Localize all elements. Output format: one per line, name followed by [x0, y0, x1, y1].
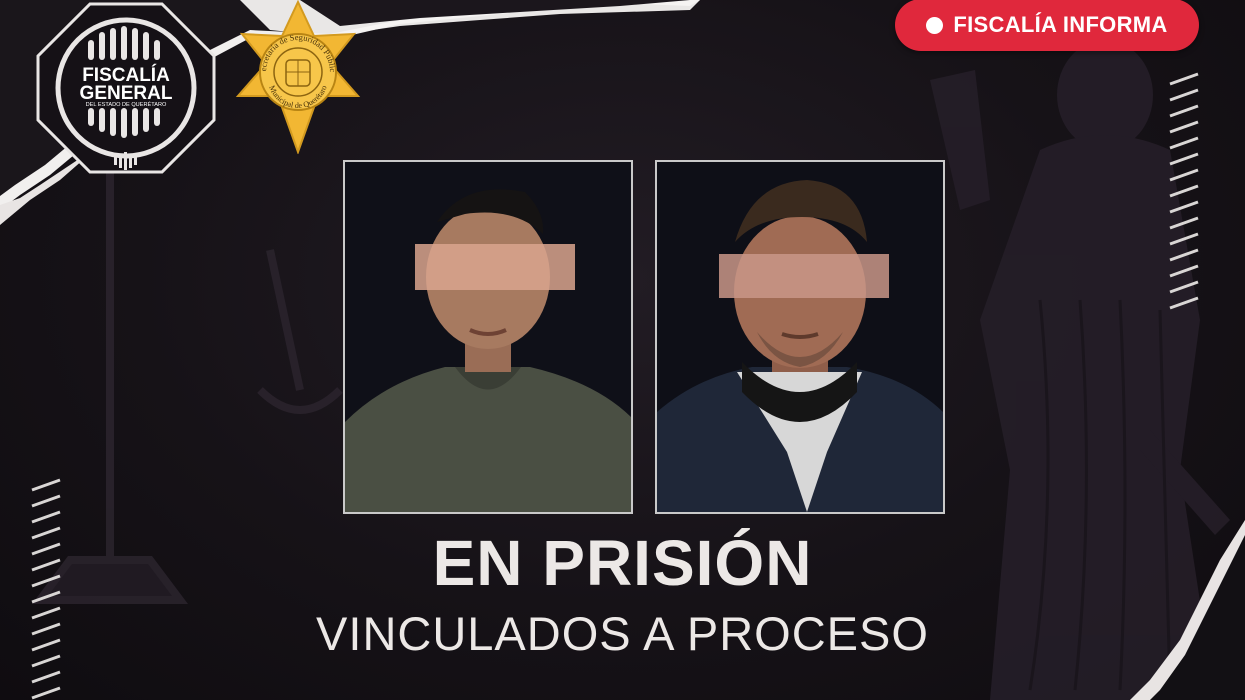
detainee-photo-2 — [655, 160, 945, 514]
detainee-photo-1 — [343, 160, 633, 514]
subheadline: VINCULADOS A PROCESO — [316, 607, 929, 660]
record-dot-icon — [926, 16, 944, 34]
fiscalia-general-logo: FISCALÍA GENERAL DEL ESTADO DE QUERÉTARO — [36, 2, 216, 174]
fiscalia-line3: DEL ESTADO DE QUERÉTARO — [86, 101, 167, 108]
stripes-top-right — [1169, 72, 1199, 310]
fiscalia-informa-badge: FISCALÍA INFORMA — [895, 0, 1199, 51]
ssp-star-badge: Secretaría de Seguridad Pública Municipa… — [224, 0, 370, 155]
press-card: FISCALÍA GENERAL DEL ESTADO DE QUERÉTARO… — [0, 0, 1245, 700]
headline: EN PRISIÓN — [432, 527, 813, 599]
fiscalia-line2: GENERAL — [80, 83, 173, 104]
badge-label: FISCALÍA INFORMA — [953, 12, 1168, 37]
